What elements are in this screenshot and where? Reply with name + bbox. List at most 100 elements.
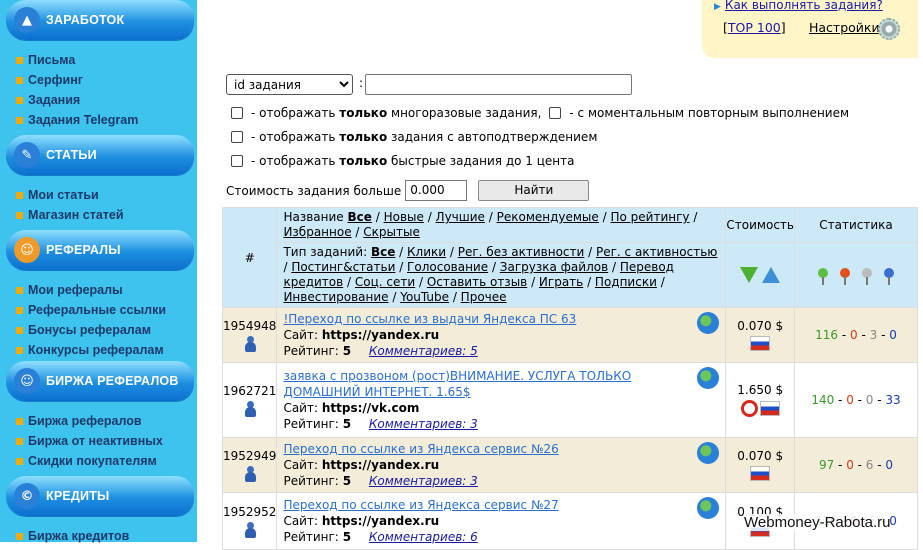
sort-down-icon[interactable] [740, 267, 759, 283]
sidebar-item[interactable]: Бонусы рефералам [16, 320, 197, 340]
stat-completed: 97 [818, 458, 835, 472]
top100-link[interactable]: [TOP 100] [723, 20, 786, 35]
name-filter-link[interactable]: Скрытые [363, 225, 420, 239]
bullet-icon [16, 457, 23, 465]
type-filter-link[interactable]: Рег. с активностью [596, 245, 717, 259]
type-filter-link[interactable]: Подписки [595, 275, 657, 289]
top100-label[interactable]: TOP 100 [728, 20, 781, 35]
sidebar-item[interactable]: Реферальные ссылки [16, 300, 197, 320]
type-filter-link[interactable]: Соц. сети [355, 275, 415, 289]
name-filter-link[interactable]: Новые [384, 210, 424, 224]
name-filter-link[interactable]: Все [348, 210, 372, 224]
settings-link[interactable]: Настройки [809, 20, 880, 35]
name-filter-link[interactable]: Рекомендуемые [497, 210, 599, 224]
task-id-cell: 1962721 [221, 362, 278, 438]
sidebar-section-items: Биржа кредитов [0, 516, 197, 550]
checkbox-fast[interactable] [231, 155, 243, 167]
table-header-row: # Название Все / Новые / Лучшие / Рекоме… [221, 207, 918, 308]
checkbox-autoconfirm[interactable] [231, 131, 243, 143]
sidebar-item[interactable]: Серфинг [16, 70, 197, 90]
sidebar-section-title: КРЕДИТЫ [46, 489, 110, 503]
gray-pin-icon [862, 267, 872, 285]
sidebar-item[interactable]: Биржа от неактивных [16, 431, 197, 451]
credits-icon: © [14, 483, 40, 509]
hash-header: # [221, 207, 278, 308]
sidebar-section-header[interactable]: © КРЕДИТЫ [6, 476, 194, 516]
user-pin-icon[interactable] [244, 335, 256, 352]
type-filter-link[interactable]: Прочее [461, 290, 507, 304]
find-button[interactable]: Найти [478, 180, 590, 201]
stat-completed: 116 [815, 328, 839, 342]
task-title-link[interactable]: !Переход по ссылке из выдачи Яндекса ПС … [283, 312, 576, 326]
type-filter-link[interactable]: Рег. без активности [458, 245, 585, 259]
type-filter-link[interactable]: YouTube [400, 290, 449, 304]
sidebar-item[interactable]: Биржа кредитов [16, 526, 197, 546]
type-filter-link[interactable]: Все [371, 245, 395, 259]
help-link[interactable]: Как выполнять задания? [725, 0, 883, 12]
name-filter-link[interactable]: По рейтингу [610, 210, 689, 224]
task-title-link[interactable]: Переход по ссылке из Яндекса сервис №26 [283, 442, 558, 456]
cost-input[interactable]: 0.000 [405, 180, 468, 201]
checkbox-autoconfirm-pre: - отображать [251, 130, 340, 144]
sidebar-section-title: РЕФЕРАЛЫ [46, 243, 121, 257]
bullet-icon [16, 346, 23, 354]
sidebar-item[interactable]: Скидки покупателям [16, 451, 197, 471]
sort-arrows [725, 242, 795, 308]
sidebar-item[interactable]: Мои рефералы [16, 280, 197, 300]
sidebar-item[interactable]: Биржа рефералов [16, 411, 197, 431]
task-id: 1962721 [223, 383, 277, 398]
task-title-link[interactable]: заявка с прозвоном (рост)ВНИМАНИЕ. УСЛУГ… [283, 369, 631, 399]
user-pin-icon[interactable] [244, 400, 256, 417]
sidebar-section-header[interactable]: ▲ ЗАРАБОТОК [6, 0, 194, 40]
sidebar-item-label: Мои рефералы [28, 283, 123, 297]
checkbox-autoconfirm-bold: только [339, 130, 388, 144]
sidebar-section-header[interactable]: ☺ РЕФЕРАЛЫ [6, 230, 194, 270]
comments-link[interactable]: Комментариев: 3 [369, 417, 478, 431]
search-input[interactable] [365, 74, 632, 95]
sidebar-item-label: Бонусы рефералам [28, 323, 151, 337]
sidebar-item[interactable]: Задания [16, 90, 197, 110]
task-id-cell: 1952949 [221, 437, 278, 493]
sidebar-item[interactable]: Письма [16, 50, 197, 70]
comments-link[interactable]: Комментариев: 5 [369, 344, 478, 358]
sidebar-section-header[interactable]: ✎ СТАТЬИ [6, 135, 194, 175]
checkbox-reusable-pre: - отображать [251, 106, 340, 120]
type-filter-link[interactable]: Играть [539, 275, 583, 289]
sidebar-section: ☺ БИРЖА РЕФЕРАЛОВ Биржа рефералов Биржа от … [0, 361, 197, 475]
user-pin-icon[interactable] [244, 521, 256, 538]
referrals-icon: ☺ [14, 237, 40, 263]
sidebar-item[interactable]: Магазин статей [16, 205, 197, 225]
stat-other: 33 [885, 393, 901, 407]
checkbox-instant-repeat[interactable] [549, 107, 562, 119]
comments-link[interactable]: Комментариев: 3 [369, 474, 478, 488]
stats-cell: 140 - 0 - 0 - 33 [794, 362, 918, 438]
sort-up-icon[interactable] [762, 267, 781, 283]
gear-icon[interactable] [878, 18, 900, 40]
sidebar-item-label: Задания Telegram [28, 113, 139, 127]
help-link-row[interactable]: ▶ Как выполнять задания? [714, 0, 883, 12]
user-pin-icon[interactable] [244, 465, 256, 482]
type-filter-link[interactable]: Постинг&статьи [291, 260, 395, 274]
type-filter-link[interactable]: Инвестирование [283, 290, 388, 304]
checkbox-reusable[interactable] [231, 107, 243, 119]
sidebar-section-header[interactable]: ☺ БИРЖА РЕФЕРАЛОВ [6, 361, 194, 401]
russia-flag-icon [750, 466, 771, 481]
rating-label: Рейтинг: [283, 417, 339, 431]
sidebar-section-items: Письма Серфинг Задания Задания Telegram [0, 40, 197, 134]
sidebar-item[interactable]: Задания Telegram [16, 110, 197, 130]
task-rating: 5 [342, 344, 352, 358]
referral-exchange-icon: ☺ [14, 368, 40, 394]
type-filter-link[interactable]: Голосование [407, 260, 488, 274]
sidebar-item[interactable]: Конкурсы рефералам [16, 340, 197, 360]
name-filter-link[interactable]: Лучшие [436, 210, 485, 224]
task-title-link[interactable]: Переход по ссылке из Яндекса сервис №27 [283, 498, 558, 512]
table-row: 1952949 Переход по ссылке из Яндекса серв… [221, 437, 918, 493]
type-filter-link[interactable]: Оставить отзыв [427, 275, 527, 289]
stats-header: Статистика [794, 207, 918, 243]
filter-select[interactable]: id задания [226, 74, 353, 95]
name-filter-link[interactable]: Избранное [283, 225, 351, 239]
site-label: Сайт: [283, 328, 319, 342]
type-filter-link[interactable]: Загрузка файлов [500, 260, 608, 274]
sidebar-item[interactable]: Мои статьи [16, 185, 197, 205]
type-filter-link[interactable]: Клики [407, 245, 446, 259]
